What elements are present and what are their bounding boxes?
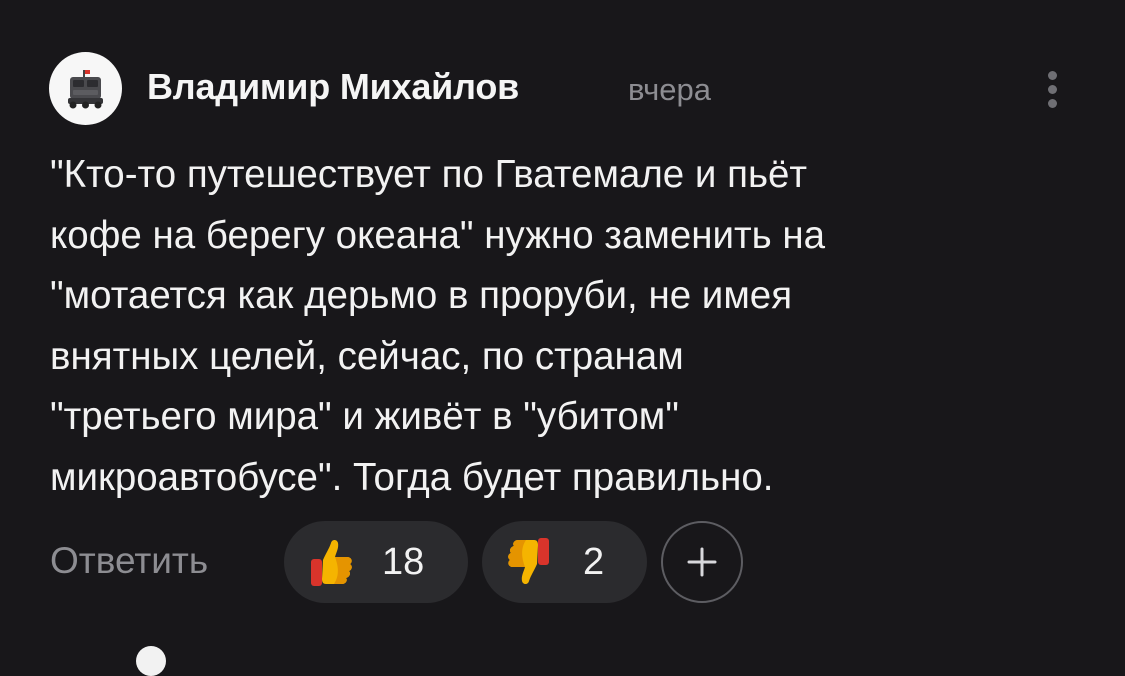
robot-courier-icon bbox=[68, 70, 103, 109]
thumbs-up-emoji-icon bbox=[311, 540, 352, 586]
comment-line: "мотается как дерьмо в проруби, не имея bbox=[50, 274, 793, 317]
comment-time: вчера bbox=[628, 72, 711, 107]
comment-line: микроавтобусе". Тогда будет правильно. bbox=[50, 455, 774, 499]
author-name[interactable]: Владимир Михайлов bbox=[147, 66, 519, 108]
more-dot bbox=[1048, 85, 1057, 94]
comment-line: кофе на берегу океана" нужно заменить на bbox=[50, 213, 826, 257]
dislike-count: 2 bbox=[583, 541, 605, 583]
add-reaction-button[interactable] bbox=[661, 521, 743, 603]
more-options-button[interactable] bbox=[1038, 68, 1068, 112]
comment-line: "Кто-то путешествует по Гватемале и пьёт bbox=[50, 153, 808, 196]
comment-line: внятных целей, сейчас, по странам bbox=[50, 334, 684, 378]
like-count: 18 bbox=[382, 541, 425, 583]
comment-text: "Кто-то путешествует по Гватемале и пьёт… bbox=[50, 145, 1080, 508]
more-dot bbox=[1048, 71, 1057, 80]
comment-line: "третьего мира" и живёт в "убитом" bbox=[50, 395, 679, 438]
reply-button[interactable]: Ответить bbox=[50, 540, 208, 582]
thumbs-down-emoji-icon bbox=[508, 538, 549, 584]
more-dot bbox=[1048, 99, 1057, 108]
dislike-reaction-button[interactable]: 2 bbox=[482, 521, 647, 603]
plus-icon bbox=[687, 547, 717, 577]
next-comment-avatar-edge bbox=[136, 646, 166, 676]
avatar[interactable] bbox=[49, 52, 122, 125]
like-reaction-button[interactable]: 18 bbox=[284, 521, 468, 603]
